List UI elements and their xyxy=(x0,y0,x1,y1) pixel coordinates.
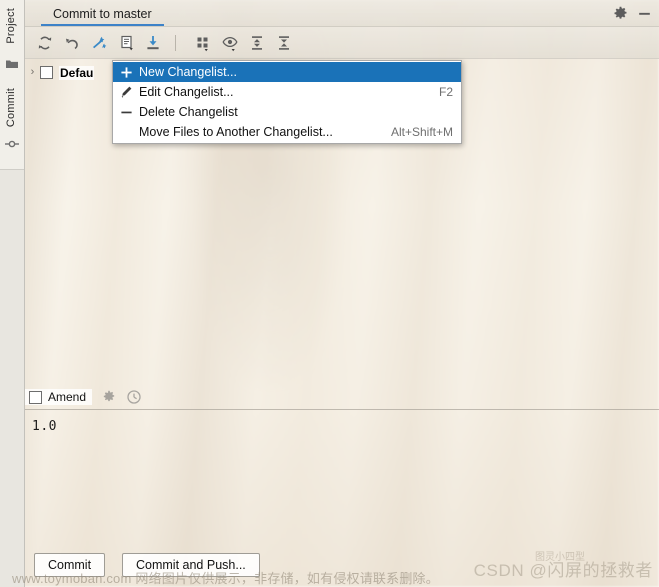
changes-toolbar xyxy=(25,27,659,59)
commit-button[interactable]: Commit xyxy=(34,553,106,577)
group-by-icon[interactable] xyxy=(193,33,213,53)
diff-document-icon[interactable] xyxy=(117,33,137,53)
tool-window-header: Commit to master xyxy=(25,0,659,27)
commit-options-gear-icon[interactable] xyxy=(101,389,117,405)
pencil-icon xyxy=(113,85,139,99)
gear-icon[interactable] xyxy=(612,5,629,22)
eye-icon[interactable] xyxy=(220,33,240,53)
commit-history-clock-icon[interactable] xyxy=(126,389,142,405)
table-row[interactable]: › Defau xyxy=(25,63,95,82)
tab-commit-to-master[interactable]: Commit to master xyxy=(41,3,164,26)
expand-all-icon[interactable] xyxy=(247,33,267,53)
tab-commit-to-master-label: Commit to master xyxy=(53,7,152,21)
collapse-all-icon[interactable] xyxy=(274,33,294,53)
amend-checkbox-group[interactable]: Amend xyxy=(25,389,93,405)
changelist-context-menu: New Changelist... Edit Changelist... F2 … xyxy=(112,60,462,144)
commit-message-text: 1.0 xyxy=(32,419,57,434)
menu-item-delete-changelist-label: Delete Changelist xyxy=(139,105,238,119)
commit-and-push-button[interactable]: Commit and Push... xyxy=(122,553,260,577)
menu-item-edit-changelist-label: Edit Changelist... xyxy=(139,85,234,99)
folder-icon xyxy=(6,60,18,68)
refresh-icon[interactable] xyxy=(35,33,55,53)
chevron-right-icon[interactable]: › xyxy=(25,63,40,82)
commit-node-icon xyxy=(5,140,19,148)
menu-item-new-changelist[interactable]: New Changelist... xyxy=(113,62,461,82)
changelist-label: Defau xyxy=(59,65,95,80)
menu-item-delete-changelist[interactable]: Delete Changelist xyxy=(113,102,461,122)
toolbar-separator xyxy=(175,35,176,51)
minus-icon xyxy=(113,106,139,119)
sidebar-item-commit-label: Commit xyxy=(5,88,17,128)
amend-checkbox[interactable] xyxy=(29,390,42,404)
menu-item-move-files-shortcut: Alt+Shift+M xyxy=(390,125,453,139)
download-icon[interactable] xyxy=(143,33,163,53)
amend-row: Amend xyxy=(25,386,659,408)
menu-item-move-files-label: Move Files to Another Changelist... xyxy=(139,125,333,139)
plus-icon xyxy=(113,66,139,79)
sidebar-item-project-label: Project xyxy=(5,8,17,44)
menu-item-edit-changelist-shortcut: F2 xyxy=(438,85,453,99)
amend-label: Amend xyxy=(48,390,87,404)
minimize-icon[interactable] xyxy=(636,5,653,22)
changelist-checkbox[interactable] xyxy=(40,66,53,79)
menu-item-edit-changelist[interactable]: Edit Changelist... F2 xyxy=(113,82,461,102)
menu-item-new-changelist-label: New Changelist... xyxy=(139,65,237,79)
left-tool-window-stripe: Project Commit xyxy=(0,0,25,587)
commit-message-input[interactable]: 1.0 xyxy=(25,409,659,549)
menu-item-move-files-to-another-changelist[interactable]: Move Files to Another Changelist... Alt+… xyxy=(113,122,461,142)
shelve-icon[interactable] xyxy=(89,33,109,53)
sidebar-item-commit[interactable]: Commit xyxy=(5,88,17,127)
commit-actions-bar: Commit Commit and Push... xyxy=(25,553,659,587)
sidebar-item-project[interactable]: Project xyxy=(5,8,17,44)
rollback-icon[interactable] xyxy=(62,33,82,53)
